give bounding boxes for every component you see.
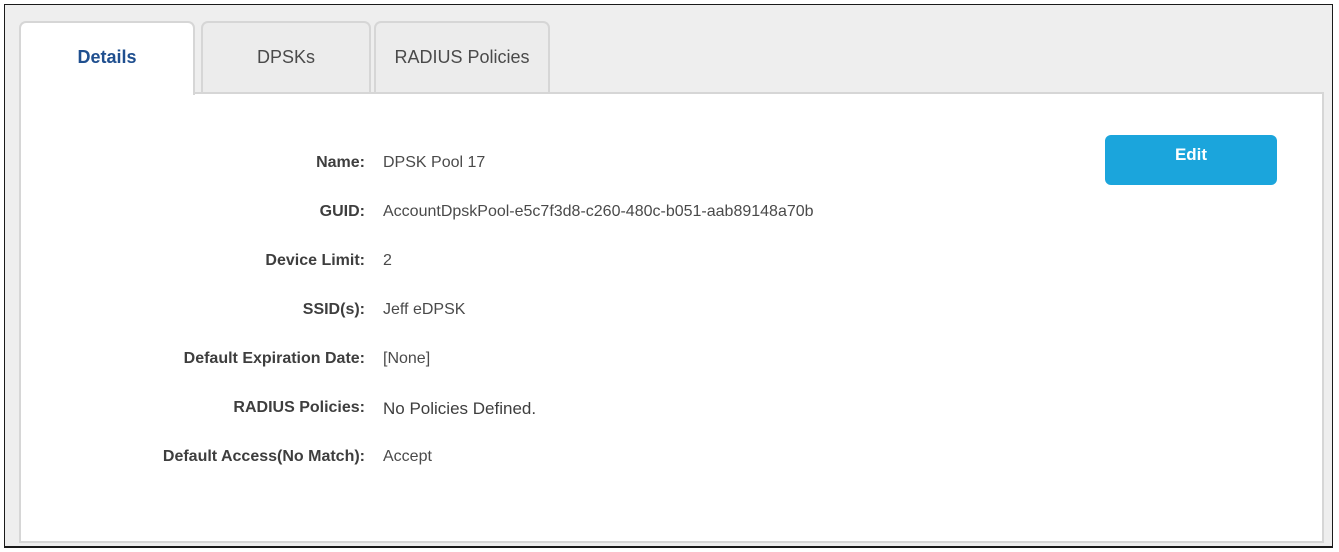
tab-radius-policies[interactable]: RADIUS Policies xyxy=(374,21,550,93)
tab-dpsks[interactable]: DPSKs xyxy=(201,21,371,93)
default-access-label: Default Access(No Match): xyxy=(162,448,365,465)
radius-policies-value: No Policies Defined. xyxy=(383,399,537,418)
guid-label: GUID: xyxy=(319,203,365,220)
radius-policies-label: RADIUS Policies: xyxy=(233,399,365,416)
ssids-value: Jeff eDPSK xyxy=(383,301,466,318)
guid-value: AccountDpskPool-e5c7f3d8-c260-480c-b051-… xyxy=(383,203,814,220)
tab-details[interactable]: Details xyxy=(19,21,195,95)
name-value: DPSK Pool 17 xyxy=(383,154,486,171)
ssids-label: SSID(s): xyxy=(302,301,365,318)
default-expiration-label: Default Expiration Date: xyxy=(183,350,365,367)
details-frame: Details DPSKs RADIUS Policies Edit Name:… xyxy=(4,4,1333,548)
name-label: Name: xyxy=(316,154,365,171)
edit-button[interactable]: Edit xyxy=(1105,135,1277,185)
device-limit-value: 2 xyxy=(383,252,392,269)
device-limit-label: Device Limit: xyxy=(265,252,365,269)
details-panel: Edit Name: DPSK Pool 17 GUID: AccountDps… xyxy=(19,92,1324,543)
default-access-value: Accept xyxy=(383,448,432,465)
default-expiration-value: [None] xyxy=(383,350,431,367)
